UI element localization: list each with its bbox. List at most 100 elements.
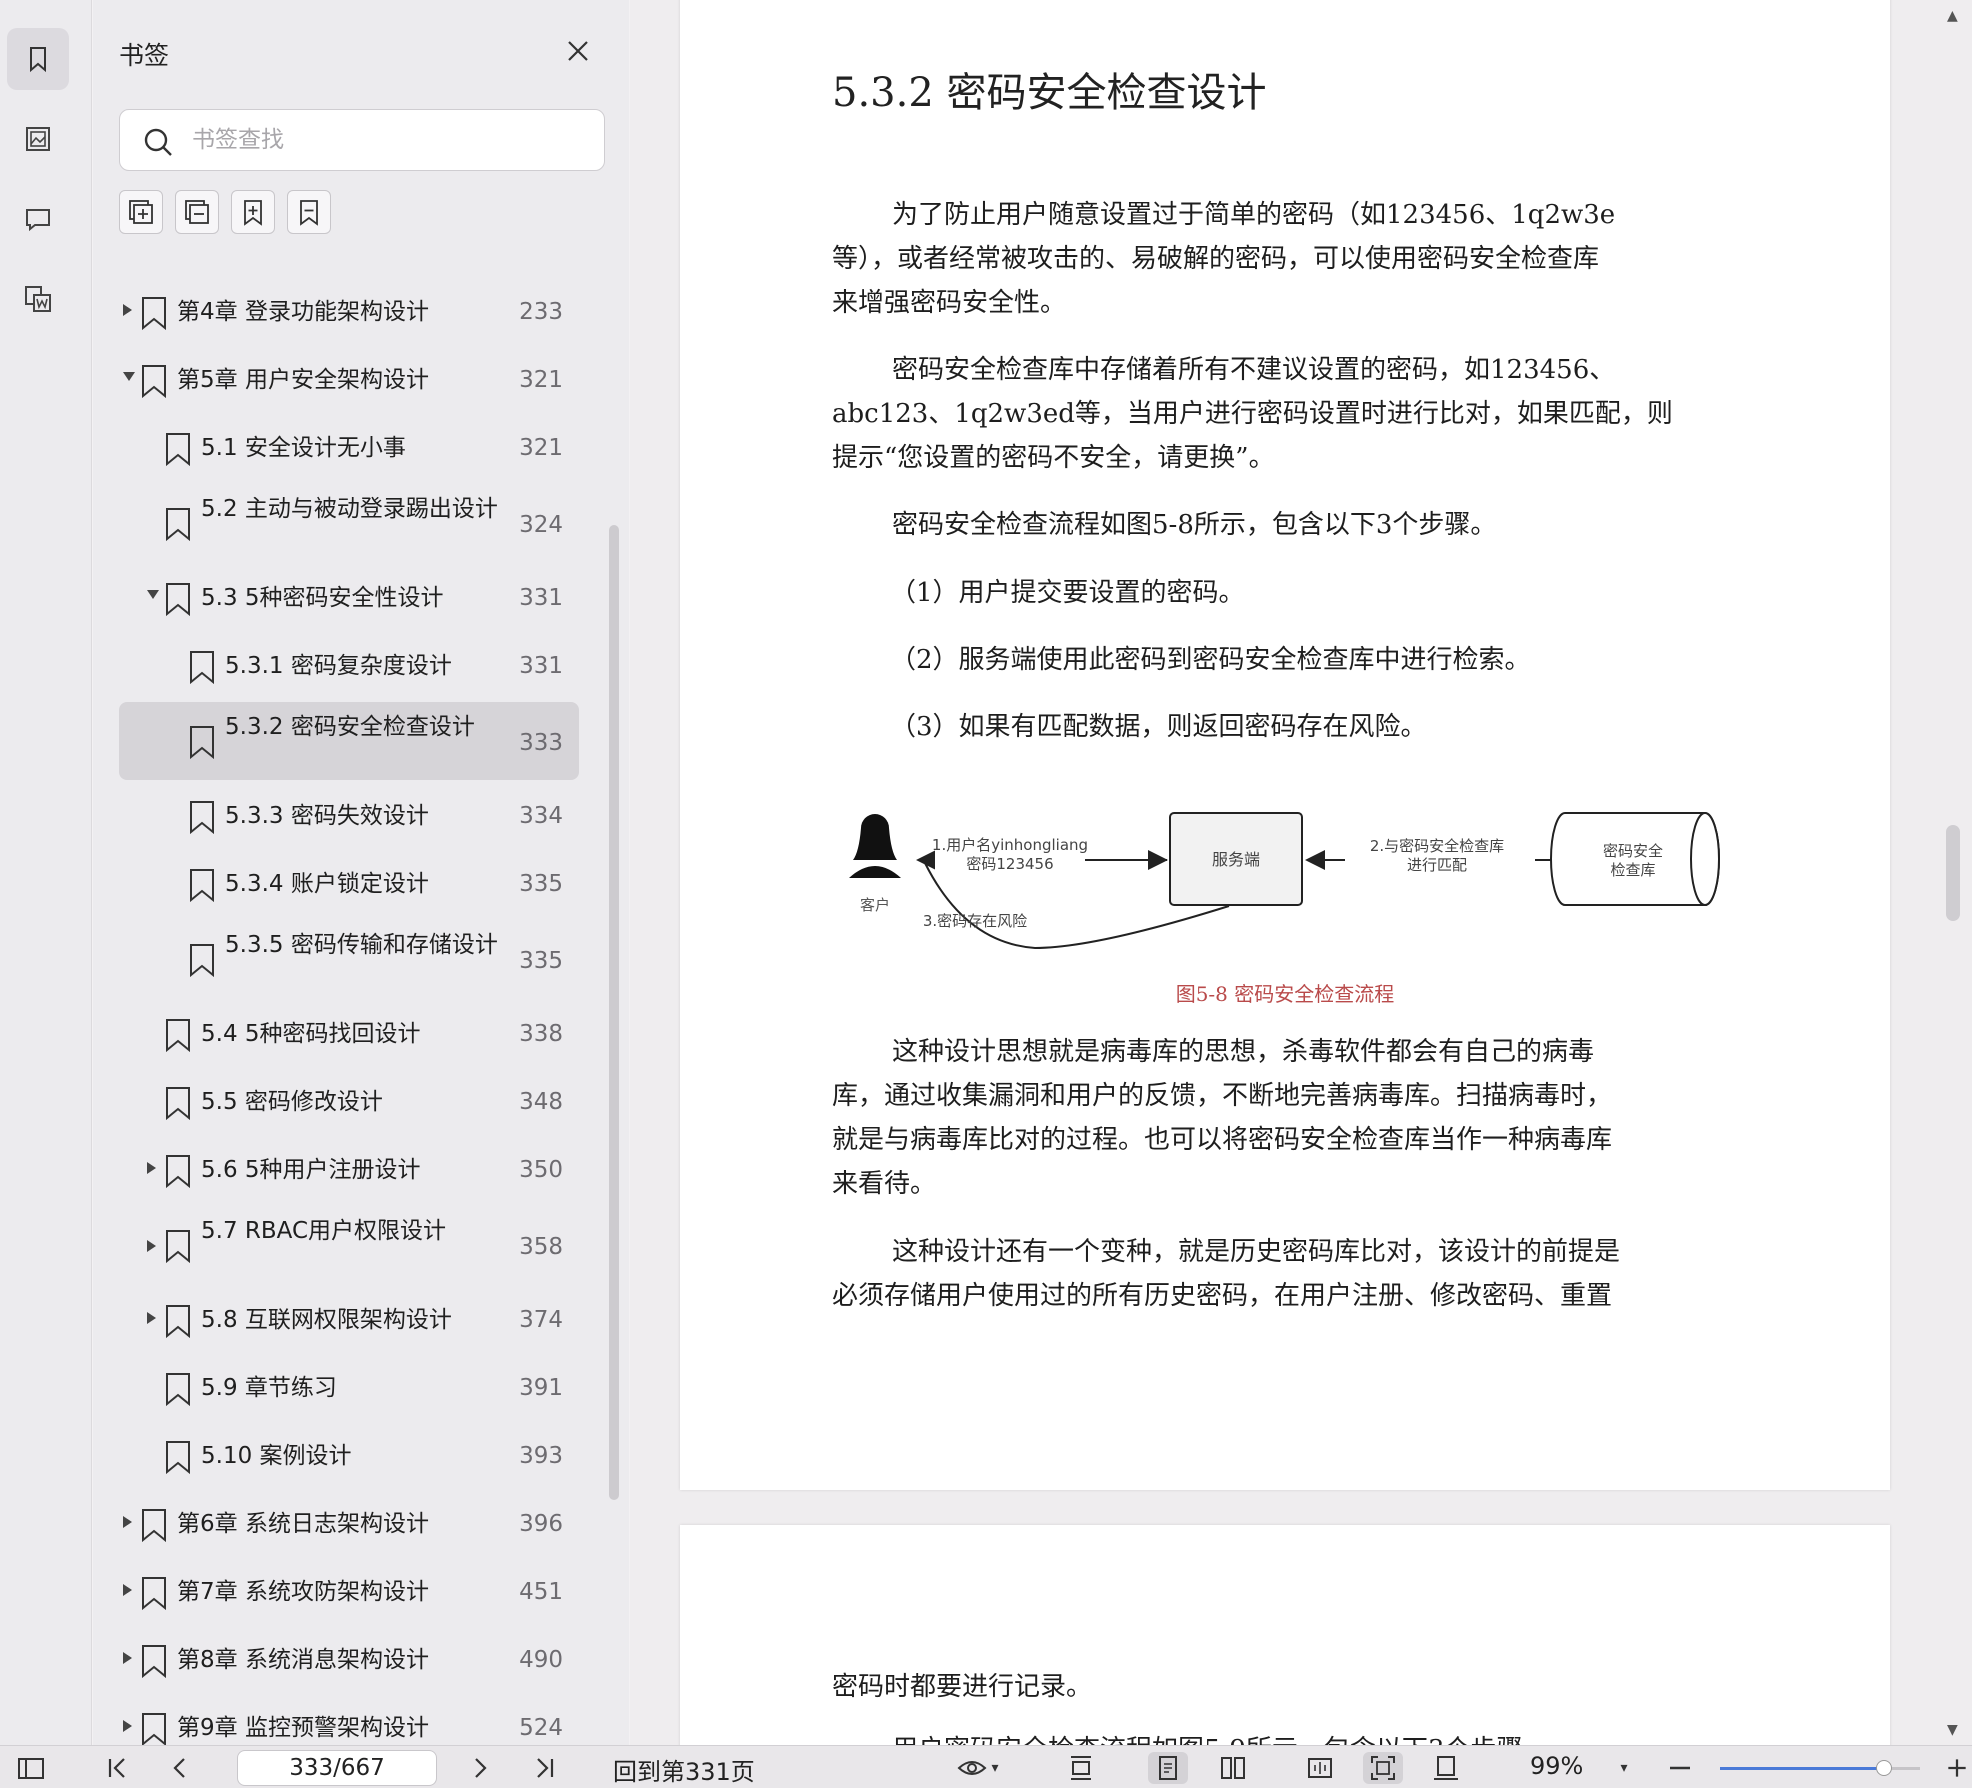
text-line: 来增强密码安全性。: [832, 288, 1067, 318]
bookmark-label: 5.3.4 账户锁定设计: [225, 871, 429, 897]
bookmark-item[interactable]: 5.1 安全设计无小事 321: [119, 416, 579, 480]
bookmark-item[interactable]: 5.3.1 密码复杂度设计 331: [119, 634, 579, 698]
zoom-in-button[interactable]: [1944, 1752, 1970, 1784]
collapse-all-button[interactable]: [175, 190, 219, 234]
book-view-button[interactable]: [1302, 1752, 1338, 1784]
bookmark-icon: [166, 1441, 190, 1474]
page-number-input[interactable]: [237, 1750, 437, 1786]
close-icon[interactable]: [563, 36, 593, 66]
fit-width-button[interactable]: [1428, 1752, 1464, 1784]
last-page-icon: [537, 1758, 554, 1778]
expand-all-button[interactable]: [119, 190, 163, 234]
bookmark-item[interactable]: 第6章 系统日志架构设计 396: [119, 1492, 579, 1556]
bookmark-item[interactable]: 5.9 章节练习 391: [119, 1356, 579, 1420]
two-page-button[interactable]: [1215, 1752, 1251, 1784]
document-page-next: 密码时都要进行记录。 用户密码安全检查流程如图5-9所示，包含以下3个步骤。: [680, 1525, 1890, 1745]
thumbnail-panel-button[interactable]: [7, 108, 69, 170]
bookmark-label: 5.3.3 密码失效设计: [225, 803, 429, 829]
bookmark-item[interactable]: 5.10 案例设计 393: [119, 1424, 579, 1488]
bookmark-item[interactable]: 5.5 密码修改设计 348: [119, 1070, 579, 1134]
bookmark-item[interactable]: 5.3.3 密码失效设计 334: [119, 784, 579, 848]
toggle-sidebar-button[interactable]: [14, 1752, 48, 1784]
bookmark-icon: [30, 47, 46, 73]
paragraph-1: 为了防止用户随意设置过于简单的密码（如123456、1q2w3e 等），或者经常…: [832, 193, 1732, 325]
single-page-button[interactable]: [1148, 1752, 1188, 1784]
document-scrollbar[interactable]: [1946, 825, 1960, 921]
chevron-down-icon[interactable]: [147, 590, 159, 599]
document-page: 5.3.2 密码安全检查设计 为了防止用户随意设置过于简单的密码（如123456…: [680, 0, 1890, 1490]
bookmark-icon: [190, 726, 214, 759]
zoom-level[interactable]: 99%: [1530, 1752, 1583, 1780]
bookmark-icon: [190, 944, 214, 977]
chevron-right-icon[interactable]: [123, 1652, 132, 1664]
go-back-to-page-button[interactable]: 回到第331页: [613, 1752, 755, 1787]
bookmark-page-number: 396: [519, 1511, 563, 1537]
scroll-up-arrow-icon[interactable]: ▲: [1947, 8, 1958, 24]
bookmark-item[interactable]: 5.8 互联网权限架构设计 374: [119, 1288, 579, 1352]
scroll-down-arrow-icon[interactable]: ▼: [1947, 1722, 1958, 1738]
fit-page-button[interactable]: [1363, 1752, 1403, 1784]
next-page-button[interactable]: [463, 1752, 497, 1784]
add-bookmark-button[interactable]: [231, 190, 275, 234]
panel-scrollbar[interactable]: [609, 525, 619, 1500]
bookmark-item[interactable]: 5.2 主动与被动登录踢出设计 324: [119, 484, 579, 562]
bookmark-item[interactable]: 5.3.5 密码传输和存储设计 335: [119, 920, 579, 998]
zoom-out-button[interactable]: [1665, 1752, 1695, 1784]
bookmark-page-number: 321: [519, 367, 563, 393]
bookmark-label: 第4章 登录功能架构设计: [177, 299, 429, 325]
server-label: 服务端: [1212, 850, 1260, 869]
bookmark-item[interactable]: 5.4 5种密码找回设计 338: [119, 1002, 579, 1066]
text-line: 密码安全检查库中存储着所有不建议设置的密码，如123456、: [892, 355, 1616, 385]
chevron-right-icon[interactable]: [147, 1162, 156, 1174]
chevron-down-icon[interactable]: [123, 372, 135, 381]
single-page-icon: [1159, 1756, 1177, 1780]
convert-panel-button[interactable]: [7, 268, 69, 330]
bookmark-search-input[interactable]: [192, 120, 592, 160]
bookmark-item[interactable]: 5.6 5种用户注册设计 350: [119, 1138, 579, 1202]
bookmark-item[interactable]: 5.7 RBAC用户权限设计 358: [119, 1206, 579, 1284]
chevron-right-icon[interactable]: [147, 1312, 156, 1324]
user-figure-icon: [849, 814, 901, 878]
text-line: 为了防止用户随意设置过于简单的密码（如123456、1q2w3e: [892, 200, 1616, 230]
arrow1-label-line1: 1.用户名yinhongliang: [932, 836, 1088, 854]
continuous-scroll-button[interactable]: [1063, 1752, 1099, 1784]
bookmark-item[interactable]: 第5章 用户安全架构设计 321: [119, 348, 579, 412]
bookmark-icon: [142, 297, 166, 330]
bookmark-item[interactable]: 第4章 登录功能架构设计 233: [119, 280, 579, 344]
zoom-dropdown-button[interactable]: ▾: [1612, 1752, 1636, 1784]
chevron-left-icon: [173, 1758, 185, 1778]
chevron-right-icon[interactable]: [123, 1516, 132, 1528]
bookmark-panel-button[interactable]: [7, 28, 69, 90]
arrow3-label: 3.密码存在风险: [923, 912, 1027, 930]
bookmark-item[interactable]: 5.3.4 账户锁定设计 335: [119, 852, 579, 916]
first-page-button[interactable]: [100, 1752, 134, 1784]
comment-icon: [26, 209, 50, 232]
chevron-right-icon[interactable]: [123, 1720, 132, 1732]
bookmark-page-number: 490: [519, 1647, 563, 1673]
last-page-button[interactable]: [528, 1752, 562, 1784]
previous-page-button[interactable]: [163, 1752, 197, 1784]
remove-bookmark-button[interactable]: [287, 190, 331, 234]
bookmark-search-box[interactable]: [119, 109, 605, 171]
bookmark-icon: [166, 1373, 190, 1406]
bookmark-item[interactable]: 第9章 监控预警架构设计 524: [119, 1696, 579, 1745]
bookmark-item[interactable]: 5.3.2 密码安全检查设计 333: [119, 702, 579, 780]
chevron-right-icon[interactable]: [123, 1584, 132, 1596]
bookmark-item[interactable]: 5.3 5种密码安全性设计 331: [119, 566, 579, 630]
bookmark-item[interactable]: 第8章 系统消息架构设计 490: [119, 1628, 579, 1692]
zoom-slider[interactable]: [1720, 1760, 1920, 1776]
annotation-panel-button[interactable]: [7, 188, 69, 250]
bookmark-label: 5.9 章节练习: [201, 1375, 337, 1401]
bookmark-page-number: 348: [519, 1089, 563, 1115]
chevron-right-icon[interactable]: [123, 304, 132, 316]
bookmark-item[interactable]: 第7章 系统攻防架构设计 451: [119, 1560, 579, 1624]
text-line: 必须存储用户使用过的所有历史密码，在用户注册、修改密码、重置: [832, 1281, 1613, 1311]
bookmark-page-number: 358: [519, 1234, 563, 1260]
zoom-slider-handle[interactable]: [1876, 1760, 1892, 1776]
chevron-right-icon[interactable]: [147, 1240, 156, 1252]
arrow2-label-line2: 进行匹配: [1407, 856, 1467, 874]
text-line: 提示“您设置的密码不安全，请更换”。: [832, 443, 1275, 473]
view-mode-dropdown[interactable]: ▾: [950, 1752, 1006, 1784]
bookmark-icon: [142, 365, 166, 398]
bookmark-icon: [190, 651, 214, 684]
